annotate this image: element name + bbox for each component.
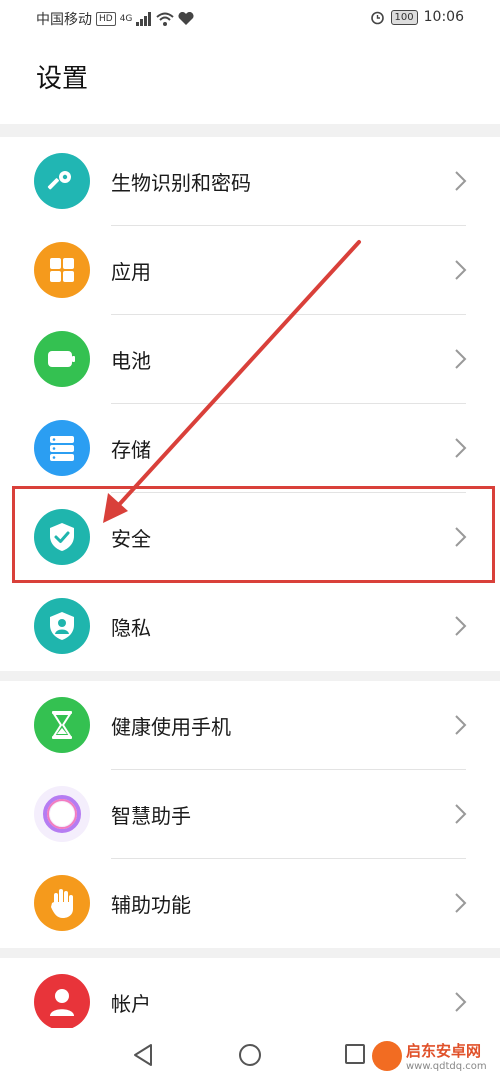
chevron-right-icon — [455, 715, 467, 735]
setting-label: 应用 — [111, 260, 151, 284]
privacy-shield-icon — [34, 598, 90, 654]
status-time: 10:06 — [423, 9, 464, 25]
heart-rate-icon — [178, 12, 194, 25]
signal-icon — [136, 12, 152, 26]
alarm-icon — [370, 11, 384, 24]
settings-group-1: 生物识别和密码 应用 电池 存储 安全 隐私 — [0, 137, 500, 671]
setting-label: 电池 — [111, 349, 151, 373]
setting-label: 帐户 — [111, 992, 151, 1016]
hourglass-icon — [34, 697, 90, 753]
setting-item-smart-assistant[interactable]: 智慧助手 — [0, 770, 500, 859]
setting-label: 健康使用手机 — [111, 715, 231, 739]
battery-level: 100 — [390, 9, 418, 25]
network-type: 4G — [119, 14, 133, 24]
storage-icon — [34, 420, 90, 476]
chevron-right-icon — [455, 992, 467, 1012]
status-bar: 中国移动 HD 4G 100 10:06 — [0, 0, 500, 36]
setting-item-battery[interactable]: 电池 — [0, 315, 500, 404]
setting-item-digital-balance[interactable]: 健康使用手机 — [0, 681, 500, 770]
chevron-right-icon — [455, 171, 467, 191]
hand-icon — [34, 875, 90, 931]
settings-group-2: 健康使用手机 智慧助手 辅助功能 — [0, 681, 500, 948]
watermark-title: 启东安卓网 — [406, 1042, 482, 1060]
battery-icon — [34, 331, 90, 387]
chevron-right-icon — [455, 804, 467, 824]
chevron-right-icon — [455, 438, 467, 458]
setting-label: 智慧助手 — [111, 804, 191, 828]
key-icon — [34, 153, 90, 209]
setting-item-account[interactable]: 帐户 — [0, 958, 500, 1028]
chevron-right-icon — [455, 616, 467, 636]
setting-item-storage[interactable]: 存储 — [0, 404, 500, 493]
chevron-right-icon — [455, 260, 467, 280]
settings-header: 设置 — [0, 36, 500, 124]
setting-item-privacy[interactable]: 隐私 — [0, 582, 500, 671]
watermark-url: www.qdtdq.com — [406, 1061, 487, 1072]
apps-grid-icon — [34, 242, 90, 298]
user-icon — [34, 974, 90, 1028]
setting-label: 生物识别和密码 — [111, 171, 251, 195]
chevron-right-icon — [455, 893, 467, 913]
setting-item-accessibility[interactable]: 辅助功能 — [0, 859, 500, 948]
carrier-label: 中国移动 — [36, 12, 92, 28]
setting-label: 辅助功能 — [111, 893, 191, 917]
settings-group-3: 帐户 — [0, 958, 500, 1028]
highlight-box — [12, 486, 495, 583]
home-circle-icon[interactable] — [238, 1043, 262, 1067]
hd-badge: HD — [96, 12, 116, 26]
setting-label: 存储 — [111, 438, 151, 462]
setting-item-biometrics[interactable]: 生物识别和密码 — [0, 137, 500, 226]
site-watermark: 启东安卓网 www.qdtdq.com — [372, 1040, 487, 1072]
wifi-icon — [156, 12, 175, 26]
recents-square-icon[interactable] — [344, 1043, 366, 1065]
page-title: 设置 — [36, 64, 89, 94]
watermark-logo-icon — [372, 1041, 402, 1071]
setting-item-apps[interactable]: 应用 — [0, 226, 500, 315]
setting-label: 隐私 — [111, 616, 151, 640]
assistant-ring-icon — [34, 786, 90, 842]
chevron-right-icon — [455, 349, 467, 369]
back-triangle-icon[interactable] — [132, 1043, 154, 1067]
